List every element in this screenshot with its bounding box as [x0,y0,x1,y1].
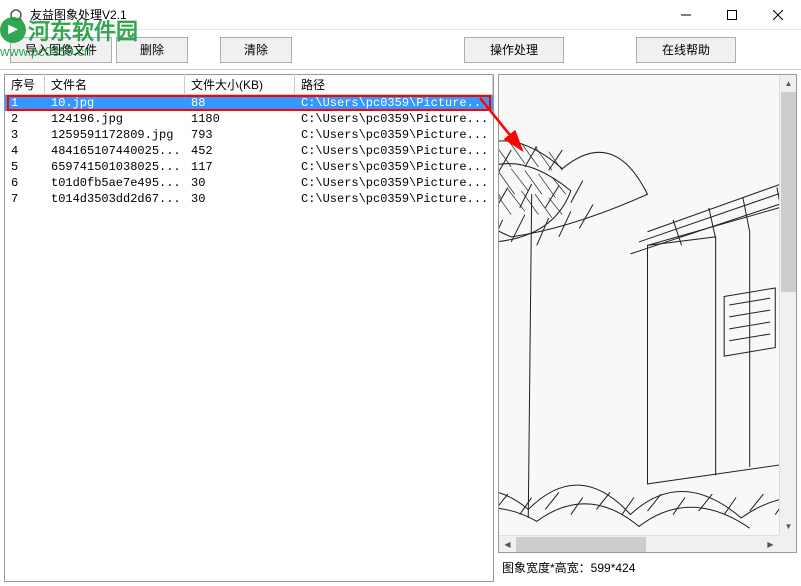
cell-seq: 1 [5,96,45,110]
cell-filesize: 88 [185,96,295,110]
window-title: 友益图象处理V2.1 [30,6,663,23]
table-header: 序号 文件名 文件大小(KB) 路径 [5,75,493,95]
help-button[interactable]: 在线帮助 [636,37,736,63]
cell-filesize: 1180 [185,112,295,126]
vertical-scrollbar[interactable]: ▲ ▼ [779,75,796,535]
header-filesize[interactable]: 文件大小(KB) [185,74,295,95]
cell-filesize: 793 [185,128,295,142]
file-list-panel: 序号 文件名 文件大小(KB) 路径 110.jpg88C:\Users\pc0… [4,74,494,582]
cell-seq: 7 [5,192,45,206]
cell-path: C:\Users\pc0359\Picture... [295,128,493,142]
table-row[interactable]: 6t01d0fb5ae7e495...30C:\Users\pc0359\Pic… [5,175,493,191]
cell-path: C:\Users\pc0359\Picture... [295,176,493,190]
clear-button[interactable]: 清除 [220,37,292,63]
delete-button[interactable]: 删除 [116,37,188,63]
cell-seq: 5 [5,160,45,174]
scroll-corner [779,535,796,552]
preview-area: ▲ ▼ ◀ ▶ [499,75,796,552]
minimize-button[interactable] [663,0,709,29]
table-body: 110.jpg88C:\Users\pc0359\Picture...21241… [5,95,493,581]
header-seq[interactable]: 序号 [5,74,45,95]
table-row[interactable]: 7t014d3503dd2d67...30C:\Users\pc0359\Pic… [5,191,493,207]
scroll-down-icon[interactable]: ▼ [780,518,796,535]
cell-path: C:\Users\pc0359\Picture... [295,112,493,126]
cell-filesize: 30 [185,176,295,190]
table-row[interactable]: 5659741501038025...117C:\Users\pc0359\Pi… [5,159,493,175]
cell-filesize: 30 [185,192,295,206]
import-button[interactable]: 导入图像文件 [10,37,112,63]
cell-seq: 3 [5,128,45,142]
table-row[interactable]: 110.jpg88C:\Users\pc0359\Picture... [5,95,493,111]
header-path[interactable]: 路径 [295,74,493,95]
cell-filename: 659741501038025... [45,160,185,174]
titlebar: 友益图象处理V2.1 [0,0,801,30]
toolbar: 导入图像文件 删除 清除 操作处理 在线帮助 [0,30,801,70]
scroll-up-icon[interactable]: ▲ [780,75,796,92]
cell-seq: 6 [5,176,45,190]
close-button[interactable] [755,0,801,29]
cell-filename: t01d0fb5ae7e495... [45,176,185,190]
main-area: 序号 文件名 文件大小(KB) 路径 110.jpg88C:\Users\pc0… [0,70,801,586]
scroll-right-icon[interactable]: ▶ [762,536,779,552]
maximize-button[interactable] [709,0,755,29]
app-icon [8,7,24,23]
cell-filename: 1259591172809.jpg [45,128,185,142]
cell-path: C:\Users\pc0359\Picture... [295,192,493,206]
cell-filesize: 117 [185,160,295,174]
preview-container: ▲ ▼ ◀ ▶ [498,74,797,553]
preview-image [499,75,796,552]
cell-filesize: 452 [185,144,295,158]
window-controls [663,0,801,29]
scroll-thumb-h[interactable] [516,537,646,552]
cell-path: C:\Users\pc0359\Picture... [295,96,493,110]
horizontal-scrollbar[interactable]: ◀ ▶ [499,535,779,552]
preview-panel: ▲ ▼ ◀ ▶ 图象宽度*高宽：599*424 [498,74,797,582]
cell-filename: t014d3503dd2d67... [45,192,185,206]
cell-seq: 2 [5,112,45,126]
table-row[interactable]: 31259591172809.jpg793C:\Users\pc0359\Pic… [5,127,493,143]
cell-path: C:\Users\pc0359\Picture... [295,144,493,158]
table-row[interactable]: 2124196.jpg1180C:\Users\pc0359\Picture..… [5,111,493,127]
cell-filename: 124196.jpg [45,112,185,126]
header-filename[interactable]: 文件名 [45,74,185,95]
process-button[interactable]: 操作处理 [464,37,564,63]
table-row[interactable]: 4484165107440025...452C:\Users\pc0359\Pi… [5,143,493,159]
image-dimensions-label: 图象宽度*高宽：599*424 [498,553,797,582]
cell-seq: 4 [5,144,45,158]
cell-filename: 10.jpg [45,96,185,110]
cell-path: C:\Users\pc0359\Picture... [295,160,493,174]
cell-filename: 484165107440025... [45,144,185,158]
scroll-thumb-v[interactable] [781,92,796,292]
scroll-left-icon[interactable]: ◀ [499,536,516,552]
